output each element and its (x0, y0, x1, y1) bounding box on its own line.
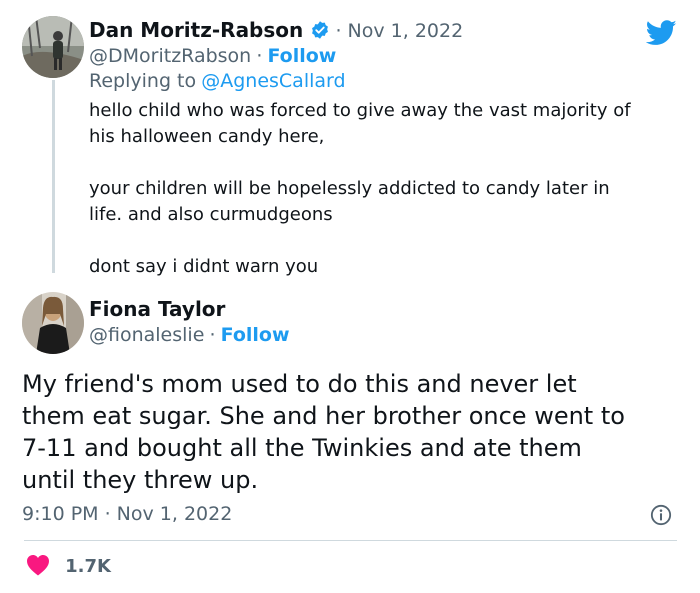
main-header-line2: @fionaleslie · Follow (89, 324, 290, 346)
avatar-fiona[interactable] (22, 292, 84, 354)
reply-text-line: his halloween candy here, (89, 126, 325, 147)
avatar-fiona-image (22, 292, 84, 354)
handle-dan[interactable]: @DMoritzRabson (89, 45, 251, 67)
main-text-line: 7-11 and bought all the Twinkies and ate… (22, 434, 582, 462)
main-text-line: My friend's mom used to do this and neve… (22, 370, 577, 398)
thread-connector-line (52, 80, 55, 273)
tweet-date-dan[interactable]: · Nov 1, 2022 (335, 20, 463, 42)
follow-button-dan[interactable]: Follow (267, 45, 336, 67)
twitter-bird-icon[interactable] (645, 20, 677, 50)
handle-fiona[interactable]: @fionaleslie (89, 324, 204, 346)
divider (24, 540, 677, 541)
reply-text-line: dont say i didnt warn you (89, 256, 319, 277)
replying-to-handle[interactable]: @AgnesCallard (201, 70, 345, 92)
replying-to: Replying to @AgnesCallard (89, 70, 346, 92)
info-icon[interactable] (650, 504, 672, 530)
reply-text-line: your children will be hopelessly addicte… (89, 178, 610, 199)
main-tweet-text: My friend's mom used to do this and neve… (22, 368, 682, 496)
main-header-line1: Fiona Taylor (89, 297, 225, 321)
follow-button-fiona[interactable]: Follow (221, 324, 290, 346)
heart-icon (26, 554, 50, 580)
reply-text-line: life. and also curmudgeons (89, 204, 333, 225)
like-button[interactable]: 1.7K (26, 554, 111, 580)
avatar-dan-image (22, 16, 84, 78)
replying-to-prefix: Replying to (89, 70, 197, 92)
main-text-line: them eat sugar. She and her brother once… (22, 402, 625, 430)
avatar-dan[interactable] (22, 16, 84, 78)
handle-separator: · (256, 45, 263, 67)
author-name-fiona[interactable]: Fiona Taylor (89, 297, 225, 321)
tweet-timestamp[interactable]: 9:10 PM · Nov 1, 2022 (22, 503, 232, 525)
verified-badge-icon (310, 20, 330, 44)
handle-separator: · (209, 324, 216, 346)
reply-tweet-text: hello child who was forced to give away … (89, 98, 679, 280)
reply-header-line1: Dan Moritz-Rabson · Nov 1, 2022 (89, 18, 463, 44)
reply-header-line2: @DMoritzRabson · Follow (89, 45, 336, 67)
reply-text-line: hello child who was forced to give away … (89, 100, 631, 121)
like-count: 1.7K (65, 556, 111, 577)
author-name-dan[interactable]: Dan Moritz-Rabson (89, 18, 303, 42)
main-text-line: until they threw up. (22, 466, 259, 494)
